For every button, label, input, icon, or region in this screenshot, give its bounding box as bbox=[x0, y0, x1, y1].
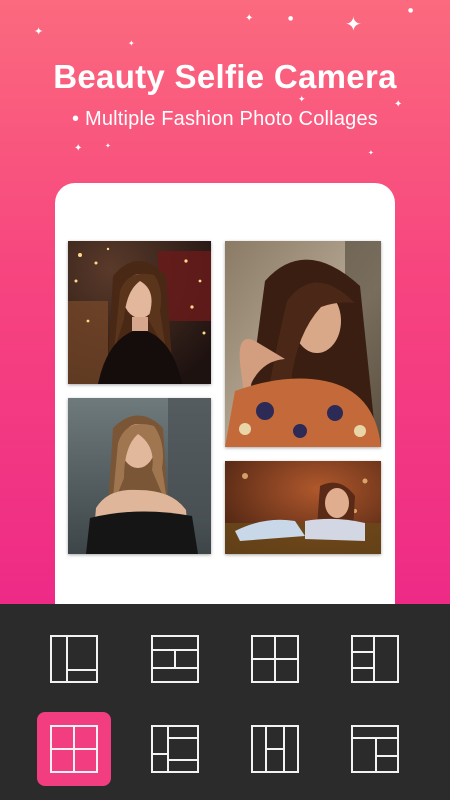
layout-icon-4 bbox=[351, 635, 399, 683]
sparkle-icon: ● bbox=[408, 7, 414, 14]
photo-woman-floral-blouse[interactable] bbox=[225, 241, 381, 447]
sparkle-icon: ✦ bbox=[105, 142, 111, 150]
layout-icon-6 bbox=[151, 725, 199, 773]
layout-button-3[interactable] bbox=[238, 622, 312, 696]
sparkle-icon: ✦ bbox=[298, 95, 306, 105]
layout-button-6[interactable] bbox=[138, 712, 212, 786]
promo-banner: ✦ ✦ ● ✦ ● ✦ ✦ ✦ ✦ ✦ ✦ Beauty Selfie Came… bbox=[0, 0, 450, 604]
sparkle-icon: ✦ bbox=[368, 149, 374, 157]
sparkle-icon: ✦ bbox=[128, 39, 135, 48]
layout-button-1[interactable] bbox=[37, 622, 111, 696]
collage-preview-card bbox=[55, 183, 395, 604]
layout-picker bbox=[0, 604, 450, 800]
photo-woman-lying-grass[interactable] bbox=[225, 461, 381, 554]
layout-icon-8 bbox=[351, 725, 399, 773]
page-subtitle: • Multiple Fashion Photo Collages bbox=[72, 108, 378, 130]
layout-icon-7 bbox=[251, 725, 299, 773]
layout-button-2[interactable] bbox=[138, 622, 212, 696]
layout-button-4[interactable] bbox=[338, 622, 412, 696]
layout-button-5[interactable] bbox=[37, 712, 111, 786]
sparkle-icon: ✦ bbox=[345, 12, 362, 36]
layout-button-8[interactable] bbox=[338, 712, 412, 786]
layout-icon-2 bbox=[151, 635, 199, 683]
page-title: Beauty Selfie Camera bbox=[53, 58, 397, 95]
sparkle-icon: ✦ bbox=[245, 13, 254, 24]
sparkle-icon: ✦ bbox=[74, 143, 83, 154]
layout-button-7[interactable] bbox=[238, 712, 312, 786]
photo-woman-fairy-lights[interactable] bbox=[68, 241, 211, 384]
layout-icon-5 bbox=[50, 725, 98, 773]
layout-icon-1 bbox=[50, 635, 98, 683]
photo-woman-black-top[interactable] bbox=[68, 398, 211, 554]
layout-icon-3 bbox=[251, 635, 299, 683]
sparkle-icon: ✦ bbox=[34, 25, 44, 38]
sparkle-icon: ● bbox=[288, 15, 294, 22]
